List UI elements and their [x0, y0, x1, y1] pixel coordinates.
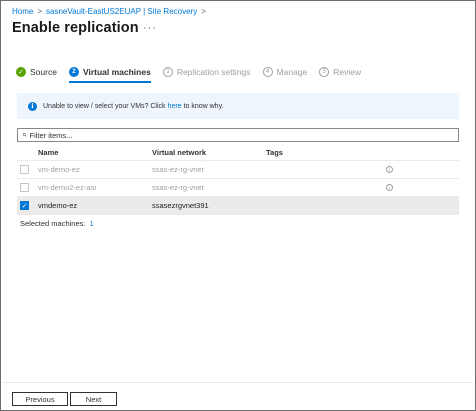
- info-icon: i: [28, 101, 37, 111]
- info-circle-icon[interactable]: i: [386, 184, 393, 191]
- vm-network: ssasezrgvnet391: [152, 201, 209, 210]
- previous-button[interactable]: Previous: [12, 392, 68, 406]
- selected-machines-summary: Selected machines: 1: [20, 219, 94, 228]
- column-header-tags[interactable]: Tags: [266, 148, 366, 157]
- row-checkbox: [20, 165, 29, 174]
- step-label: Replication settings: [176, 67, 251, 77]
- step-number-icon: 2: [68, 67, 79, 77]
- search-icon: ⌕: [22, 130, 27, 139]
- more-options-button[interactable]: ···: [143, 22, 157, 34]
- table-row[interactable]: ✓ vmdemo-ez ssasezrgvnet391: [17, 197, 459, 215]
- info-banner-suffix: to know why.: [183, 102, 224, 110]
- table-header: Name Virtual network Tags: [17, 145, 459, 161]
- step-number-icon: 5: [319, 67, 330, 77]
- breadcrumb-home-link[interactable]: Home: [12, 7, 33, 16]
- step-label: Review: [333, 67, 362, 77]
- vm-network: ssas-ez-rg-vnet: [152, 183, 204, 192]
- column-header-name[interactable]: Name: [38, 148, 152, 157]
- info-banner-text: Unable to view / select your VMs? Click: [43, 102, 166, 110]
- vm-name: vm-demo2-ez-asr: [38, 183, 97, 192]
- row-checkbox-checked[interactable]: ✓: [20, 201, 29, 210]
- step-virtual-machines[interactable]: 2 Virtual machines: [68, 67, 151, 83]
- info-here-link[interactable]: here: [168, 103, 182, 110]
- vm-name: vmdemo-ez: [38, 201, 78, 210]
- breadcrumb-vault-link[interactable]: sasneVault-EastUS2EUAP | Site Recovery: [46, 7, 197, 16]
- next-button[interactable]: Next: [70, 392, 117, 406]
- breadcrumb: Home > sasneVault-EastUS2EUAP | Site Rec…: [12, 7, 210, 16]
- vm-table: Name Virtual network Tags vm-demo-ez ssa…: [17, 145, 459, 215]
- step-label: Manage: [276, 67, 308, 77]
- step-review[interactable]: 5 Review: [319, 67, 361, 77]
- table-row: vm-demo-ez ssas-ez-rg-vnet i: [17, 161, 459, 179]
- filter-input[interactable]: [29, 130, 430, 140]
- column-header-virtual-network[interactable]: Virtual network: [152, 148, 266, 157]
- step-source[interactable]: ✓ Source: [16, 67, 57, 77]
- selected-machines-count-link[interactable]: 1: [90, 219, 94, 228]
- vm-network: ssas-ez-rg-vnet: [152, 165, 204, 174]
- breadcrumb-separator: >: [37, 7, 43, 16]
- step-number-icon: 3: [162, 67, 173, 77]
- breadcrumb-separator: >: [201, 7, 206, 16]
- info-circle-icon[interactable]: i: [386, 166, 393, 173]
- footer-divider: [2, 382, 474, 383]
- enable-replication-blade: Home > sasneVault-EastUS2EUAP | Site Rec…: [0, 0, 476, 411]
- selected-machines-label: Selected machines:: [20, 219, 86, 228]
- checkmark-icon: ✓: [16, 67, 26, 77]
- step-manage[interactable]: 4 Manage: [262, 67, 308, 77]
- table-row: vm-demo2-ez-asr ssas-ez-rg-vnet i: [17, 179, 459, 197]
- page-title: Enable replication: [12, 20, 139, 36]
- step-label: Source: [30, 67, 57, 77]
- filter-box[interactable]: ⌕: [17, 128, 459, 142]
- row-checkbox: [20, 183, 29, 192]
- step-replication-settings[interactable]: 3 Replication settings: [162, 67, 251, 77]
- step-number-icon: 4: [262, 67, 273, 77]
- vm-name: vm-demo-ez: [38, 165, 80, 174]
- wizard-steps: ✓ Source 2 Virtual machines 3 Replicatio…: [16, 67, 373, 83]
- info-banner: i Unable to view / select your VMs? Clic…: [17, 93, 459, 119]
- step-label: Virtual machines: [82, 67, 151, 77]
